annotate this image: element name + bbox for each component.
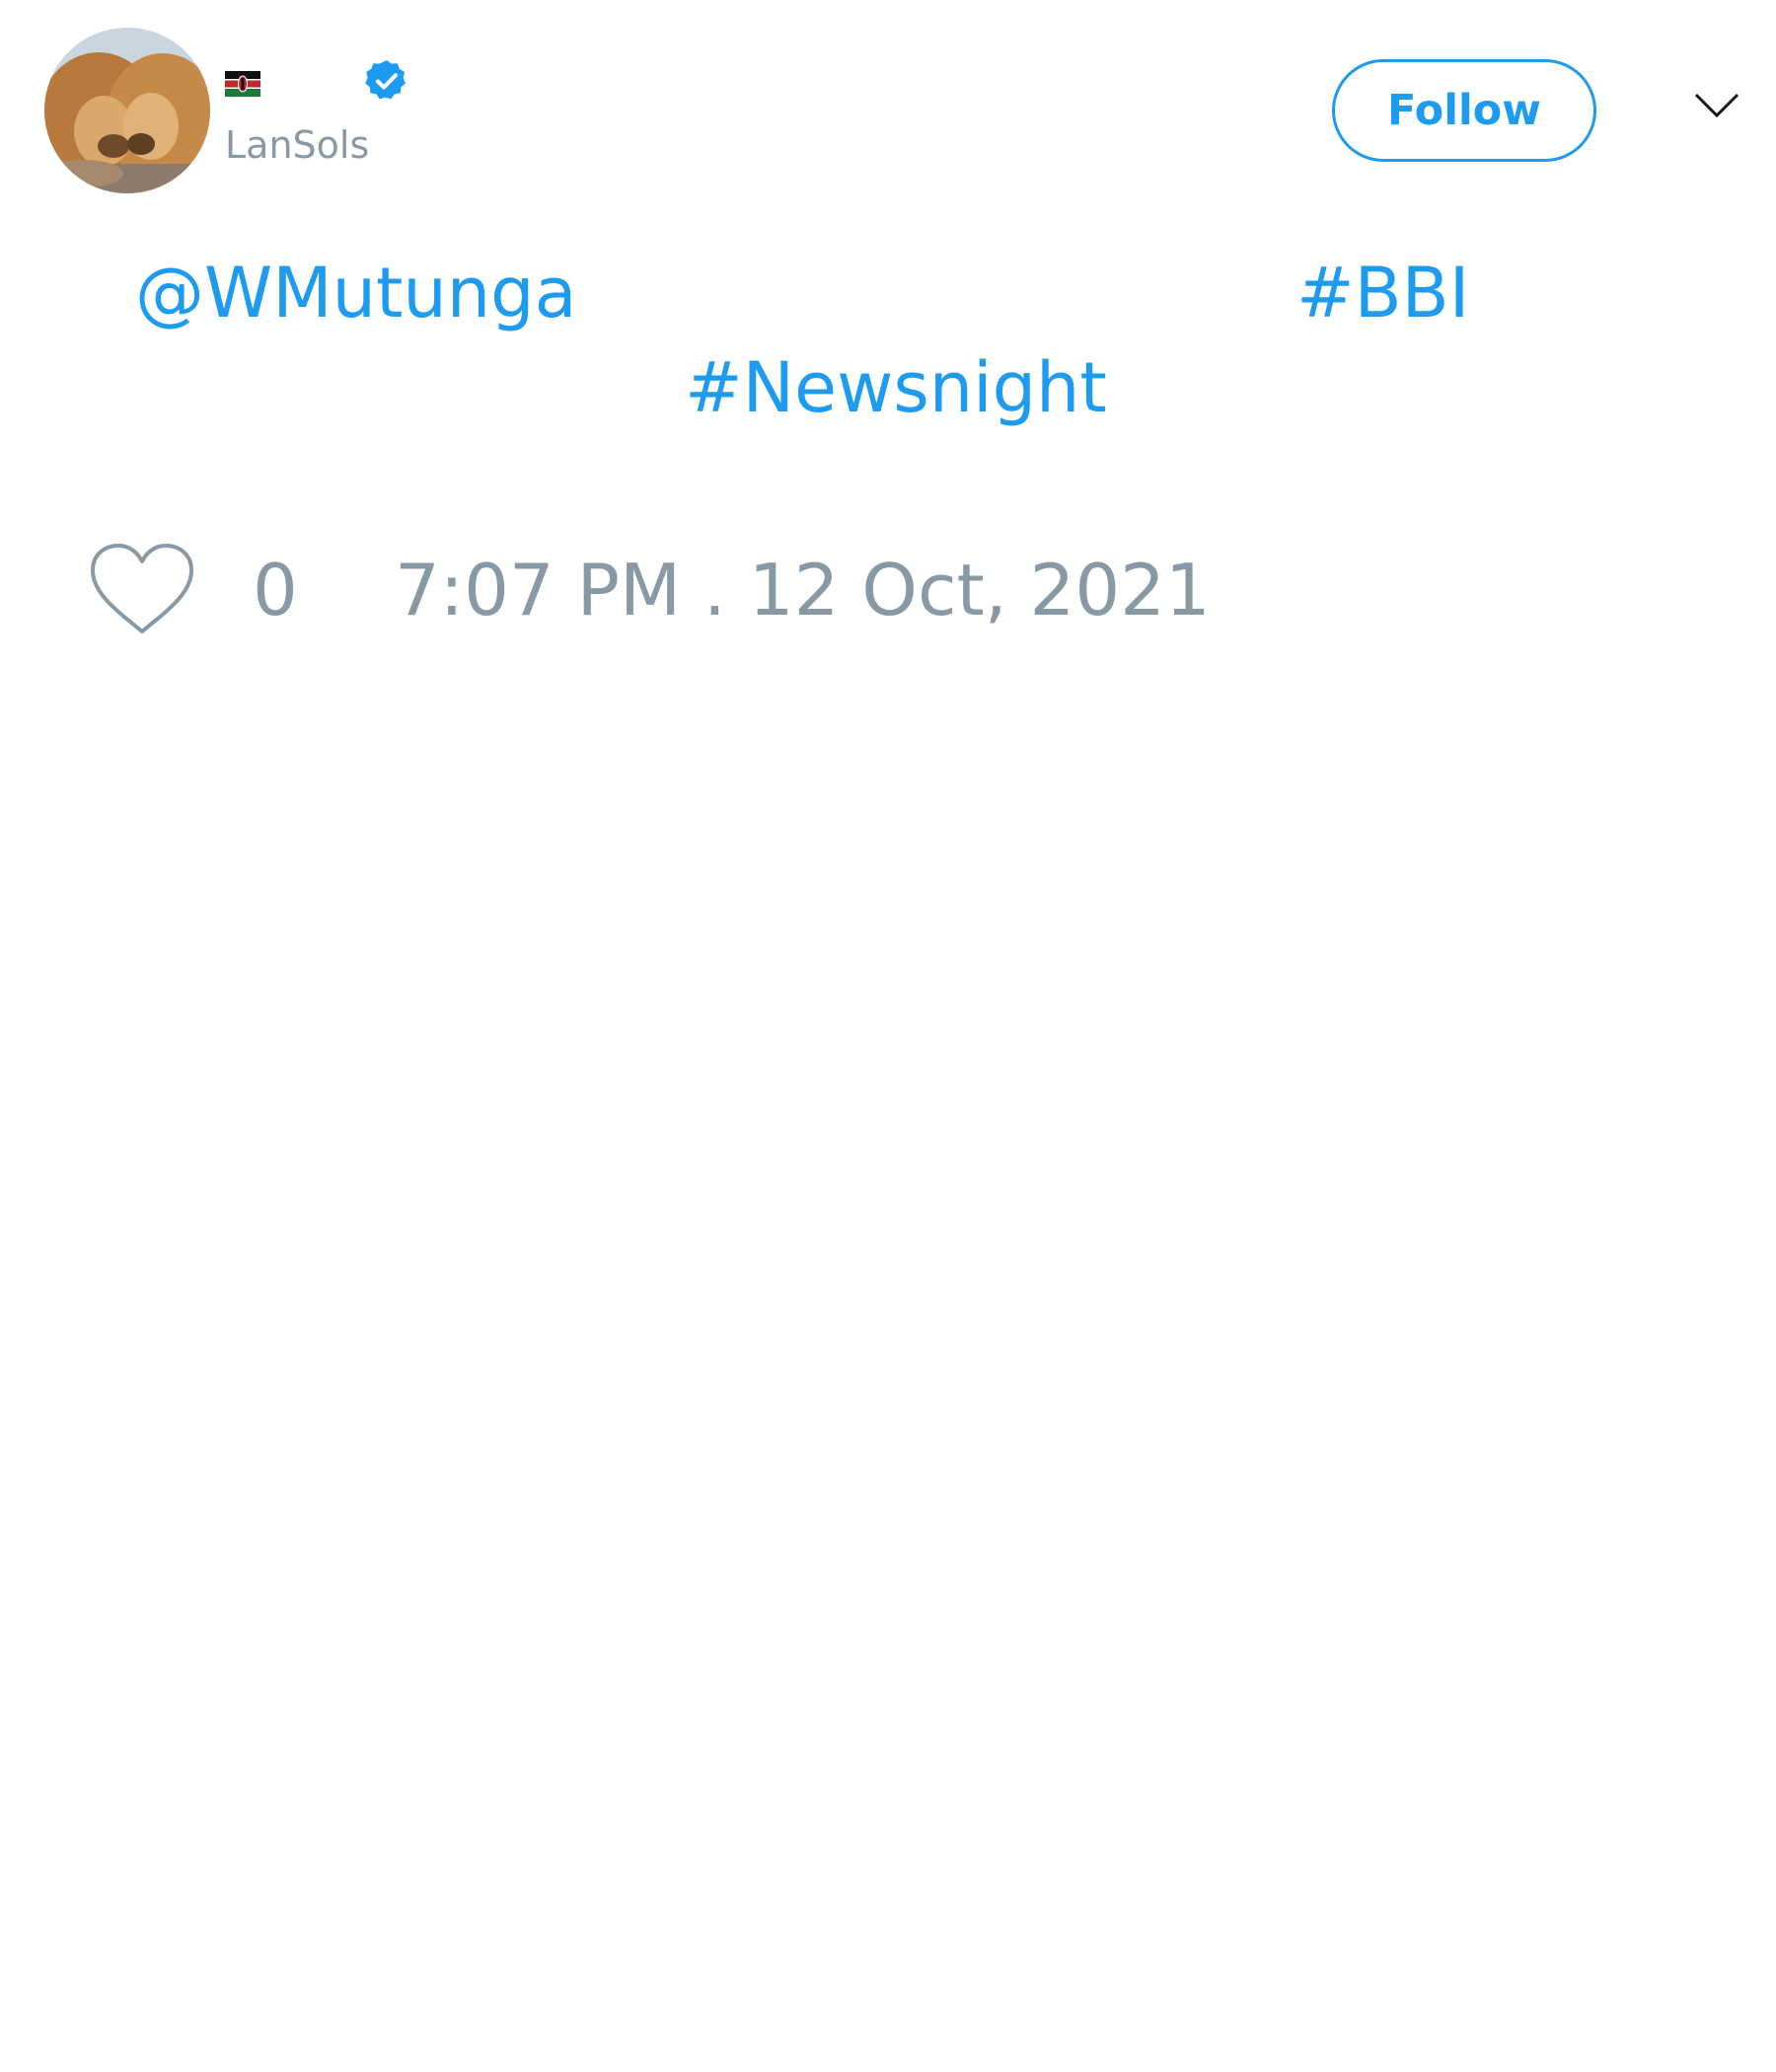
heart-outline-icon[interactable] (89, 543, 195, 637)
tweet-mention-link[interactable]: @WMutunga (135, 259, 576, 328)
lion-avatar-image (44, 28, 210, 193)
tweet-hashtag-link[interactable]: #Newsnight (685, 353, 1107, 422)
tweet-timestamp[interactable]: 7:07 PM . 12 Oct, 2021 (395, 555, 1211, 626)
author-handle[interactable]: LanSols (225, 126, 369, 164)
tweet-card: LanSols Follow @WMutunga #BBI #Newsnight… (0, 0, 1776, 2072)
follow-button[interactable]: Follow (1332, 59, 1596, 162)
like-count: 0 (253, 549, 298, 631)
kenya-flag-icon (225, 71, 260, 97)
avatar[interactable] (44, 28, 210, 193)
chevron-down-icon[interactable] (1693, 91, 1740, 120)
tweet-hashtag-link[interactable]: #BBI (1296, 259, 1469, 328)
verified-badge-icon (365, 60, 406, 100)
